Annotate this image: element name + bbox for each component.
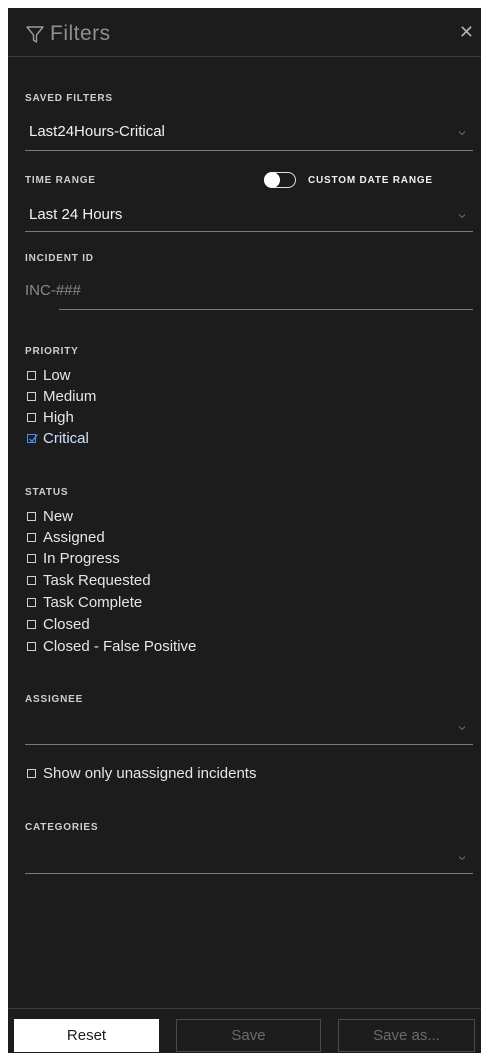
checkbox-icon[interactable] — [27, 413, 36, 422]
panel-header: Filters ✕ — [8, 8, 481, 57]
panel-footer: Reset Save Save as... — [8, 1008, 481, 1054]
save-button[interactable]: Save — [176, 1019, 321, 1052]
panel-title: Filters — [50, 22, 111, 45]
categories-underline — [25, 873, 473, 874]
checkbox-icon[interactable] — [27, 598, 36, 607]
assignee-chevron-down-icon[interactable] — [458, 724, 466, 732]
assignee-label: ASSIGNEE — [25, 694, 84, 705]
checkbox-icon[interactable] — [27, 392, 36, 401]
checkbox-icon[interactable] — [27, 576, 36, 585]
checkbox-icon[interactable] — [27, 371, 36, 380]
checkbox-icon[interactable] — [27, 554, 36, 563]
custom-date-range-toggle[interactable] — [264, 172, 296, 188]
checkbox-checked-icon[interactable] — [27, 434, 39, 443]
checkbox-icon[interactable] — [27, 620, 36, 629]
save-as-button[interactable]: Save as... — [338, 1019, 475, 1052]
time-range-label: TIME RANGE — [25, 175, 96, 186]
saved-filters-underline — [25, 150, 473, 151]
categories-chevron-down-icon[interactable] — [458, 854, 466, 862]
checkbox-icon[interactable] — [27, 512, 36, 521]
checkbox-icon[interactable] — [27, 769, 36, 778]
filter-funnel-icon — [26, 26, 44, 43]
toggle-knob — [264, 172, 280, 188]
reset-button[interactable]: Reset — [14, 1019, 159, 1052]
categories-select[interactable] — [29, 848, 449, 868]
status-label: STATUS — [25, 487, 69, 498]
incident-id-input[interactable]: INC-### — [25, 282, 81, 299]
saved-filters-label: SAVED FILTERS — [25, 93, 113, 104]
custom-date-range-label: CUSTOM DATE RANGE — [308, 175, 433, 186]
time-range-underline — [25, 231, 473, 232]
saved-filters-chevron-down-icon[interactable] — [458, 129, 466, 137]
saved-filters-select[interactable]: Last24Hours-Critical — [29, 123, 165, 140]
categories-label: CATEGORIES — [25, 822, 99, 833]
time-range-chevron-down-icon[interactable] — [458, 212, 466, 220]
checkbox-icon[interactable] — [27, 642, 36, 651]
assignee-underline — [25, 744, 473, 745]
time-range-select[interactable]: Last 24 Hours — [29, 206, 122, 223]
close-icon[interactable]: ✕ — [459, 23, 474, 41]
checkbox-icon[interactable] — [27, 533, 36, 542]
incident-id-label: INCIDENT ID — [25, 253, 94, 264]
checkmark-icon — [29, 434, 39, 443]
priority-label: PRIORITY — [25, 346, 79, 357]
incident-id-underline — [59, 309, 473, 310]
filters-panel: Filters ✕ SAVED FILTERS Last24Hours-Crit… — [8, 8, 481, 1053]
assignee-select[interactable] — [29, 720, 449, 740]
